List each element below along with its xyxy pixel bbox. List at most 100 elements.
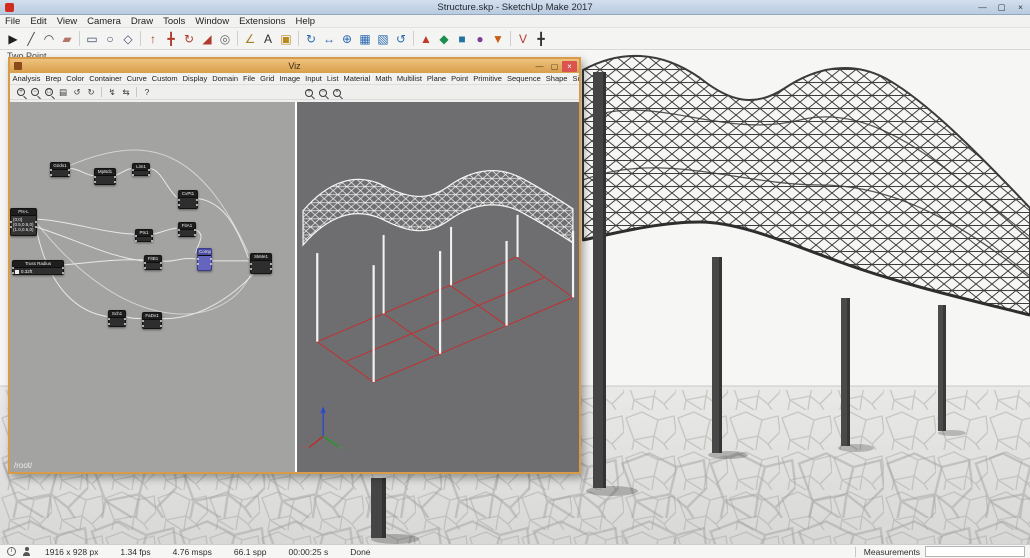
node-skme[interactable]: SkMe1 [250,253,272,274]
viz-zoom-window-icon[interactable]: □ [45,88,53,96]
viz-zoom-out-icon[interactable]: − [31,88,39,96]
viz-menu-item[interactable]: Brep [43,74,64,83]
text-tool-icon[interactable]: A [259,30,277,48]
node-comp[interactable]: Comp1 [197,248,212,271]
node-fitb[interactable]: FitB1 [144,255,162,270]
toolbar-separator[interactable] [140,31,141,46]
maximize-icon[interactable]: ▢ [992,0,1011,14]
viz-frame-all-icon[interactable]: ▤ [58,86,69,98]
viz-menu-item[interactable]: Display [180,74,210,83]
node-sch[interactable]: Sch1 [108,310,126,327]
viz-menu-item[interactable]: Plane [424,74,448,83]
viz-undo-icon[interactable]: ↺ [72,86,83,98]
viz-menu-item[interactable]: Custom [149,74,180,83]
geolocation-icon[interactable]: i [7,547,16,556]
viz-recompute-icon[interactable]: ↯ [107,86,118,98]
pan-tool-icon[interactable]: ↔ [320,30,338,48]
extension-icon-red[interactable]: ▲ [417,30,435,48]
line-tool-icon[interactable]: ╱ [22,30,40,48]
viz-menu-item[interactable]: Multilist [394,74,424,83]
pushpull-tool-icon[interactable]: ↑ [144,30,162,48]
viz-help-icon[interactable]: ? [142,86,153,98]
window-titlebar[interactable]: Structure.skp - SketchUp Make 2017 — ▢ × [0,0,1030,15]
viz-minimize-icon[interactable]: — [532,61,547,72]
select-tool-icon[interactable]: ▶ [4,30,22,48]
orbit-tool-icon[interactable]: ↻ [302,30,320,48]
viz-preview-viewport[interactable]: z x y [297,102,579,472]
menu-item[interactable]: File [0,16,25,27]
viz-menu-item[interactable]: List [324,74,341,83]
preview-zoom-extents-icon[interactable]: × [333,88,341,97]
viz-zoom-in-icon[interactable]: + [17,88,25,96]
extension-icon-orange[interactable]: ▼ [489,30,507,48]
node-lim[interactable]: Lim1 [132,163,150,176]
node-fita[interactable]: FitA1 [178,222,196,237]
viz-menu-item[interactable]: Curve [124,74,149,83]
node-cvpt[interactable]: CvPt1 [178,190,198,209]
measurements-input[interactable] [925,546,1025,557]
viz-menu-item[interactable]: Color [64,74,87,83]
viz-menu-item[interactable]: Container [87,74,125,83]
viz-toolbar-separator[interactable] [101,87,102,97]
viz-extension-icon[interactable]: V [514,30,532,48]
menu-item[interactable]: Tools [158,16,190,27]
zoom-window-icon[interactable]: ▦ [356,30,374,48]
node-graph-canvas[interactable]: Grids1 MpBd1 Lim1 CvPt1 Pts-L {0;0} (0.5… [10,102,297,472]
node-grids[interactable]: Grids1 [50,162,70,177]
menu-item[interactable]: Camera [82,16,126,27]
arc-tool-icon[interactable]: ◠ [40,30,58,48]
toolbar-separator[interactable] [510,31,511,46]
viz-menu-item[interactable]: Material [341,74,373,83]
credit-attribution-icon[interactable] [22,547,31,556]
rotate-tool-icon[interactable]: ↻ [180,30,198,48]
node-pts[interactable]: Pts1 [135,229,153,242]
scale-tool-icon[interactable]: ◢ [198,30,216,48]
zoom-extents-icon[interactable]: ▧ [374,30,392,48]
toolbar-separator[interactable] [237,31,238,46]
paint-bucket-icon[interactable]: ▣ [277,30,295,48]
circle-tool-icon[interactable]: ○ [101,30,119,48]
viz-menu-item[interactable]: Domain [210,74,241,83]
menu-item[interactable]: Help [291,16,321,27]
zoom-tool-icon[interactable]: ⊕ [338,30,356,48]
extension-icon-purple[interactable]: ● [471,30,489,48]
viz-titlebar[interactable]: Viz — ▢ × [10,59,579,73]
extension-icon-blue[interactable]: ■ [453,30,471,48]
minimize-icon[interactable]: — [973,0,992,14]
viz-menu-item[interactable]: Analysis [10,74,43,83]
tape-measure-icon[interactable]: ∠ [241,30,259,48]
extension-icon-dark[interactable]: ╋ [532,30,550,48]
viz-redo-icon[interactable]: ↻ [86,86,97,98]
menu-item[interactable]: View [52,16,82,27]
polygon-tool-icon[interactable]: ◇ [119,30,137,48]
viz-toolbar-separator[interactable] [136,87,137,97]
viz-maximize-icon[interactable]: ▢ [547,61,562,72]
menu-item[interactable]: Window [190,16,234,27]
viz-menu-item[interactable]: Sequence [504,74,543,83]
menu-item[interactable]: Edit [25,16,51,27]
offset-tool-icon[interactable]: ◎ [216,30,234,48]
rectangle-tool-icon[interactable]: ▭ [83,30,101,48]
viz-menu-item[interactable]: Grid [258,74,277,83]
preview-zoom-in-icon[interactable]: + [305,88,313,97]
toolbar-separator[interactable] [79,31,80,46]
extension-icon-green[interactable]: ◆ [435,30,453,48]
move-tool-icon[interactable]: ╋ [162,30,180,48]
toolbar-separator[interactable] [298,31,299,46]
viz-menu-item[interactable]: Input [303,74,325,83]
viz-menu-item[interactable]: File [241,74,258,83]
viz-menu-item[interactable]: Shape [543,74,570,83]
node-fadv[interactable]: FaDv1 [142,312,162,329]
viz-menu-item[interactable]: Image [277,74,303,83]
viz-close-icon[interactable]: × [562,60,577,72]
toolbar-separator[interactable] [413,31,414,46]
viz-menu-item[interactable]: Math [373,74,395,83]
viz-sync-icon[interactable]: ⇆ [121,86,132,98]
eraser-tool-icon[interactable]: ▰ [58,30,76,48]
node-truss-radius-slider[interactable]: Truss Radius 0.32ft [12,260,64,275]
viz-menu-item[interactable]: Point [449,74,471,83]
node-point-panel[interactable]: Pts-L {0;0} (0.5,0.5,0) (1.0,0.5,0) [10,208,37,236]
previous-view-icon[interactable]: ↺ [392,30,410,48]
viz-menu-item[interactable]: Sink [570,74,579,83]
viz-menu-item[interactable]: Primitive [471,74,505,83]
